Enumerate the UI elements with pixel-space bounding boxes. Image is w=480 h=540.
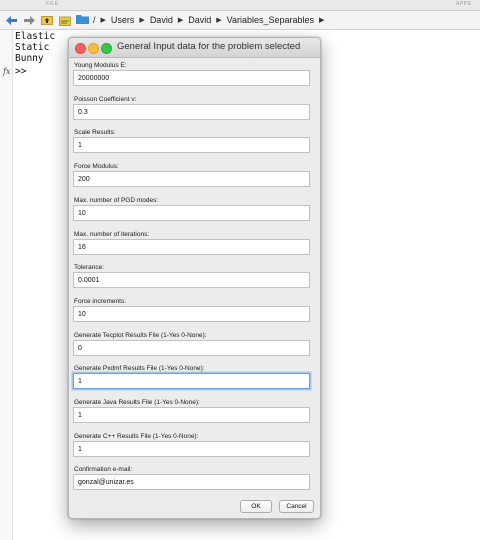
folder-icon: [76, 14, 89, 26]
field-input[interactable]: 0: [73, 339, 310, 356]
chevron-right-icon: ▶: [100, 17, 106, 24]
breadcrumb: / ▶ Users ▶ David ▶ David ▶ Variables_Se…: [76, 14, 329, 26]
top-tab-strip: FILE APPS: [0, 0, 480, 11]
chevron-right-icon: ▶: [139, 17, 145, 24]
field-label: Generate Pxdmf Results File (1-Yes 0-Non…: [74, 365, 205, 373]
minimize-icon[interactable]: [88, 43, 99, 54]
close-icon[interactable]: [75, 43, 86, 54]
up-folder-icon[interactable]: [40, 13, 54, 27]
chevron-right-icon: ▶: [216, 17, 222, 24]
field-input[interactable]: 1: [73, 373, 310, 390]
field-input[interactable]: 20000000: [73, 70, 310, 86]
field-label: Poisson Coefficient ν:: [74, 95, 137, 103]
field-label: Young Modulus E:: [74, 62, 127, 69]
field-input[interactable]: 200: [73, 171, 310, 188]
zoom-icon[interactable]: [101, 43, 112, 54]
field-input[interactable]: gonzal@unizar.es: [73, 474, 310, 491]
forward-arrow-icon[interactable]: [22, 13, 36, 27]
breadcrumb-item[interactable]: David: [188, 15, 211, 25]
field-input[interactable]: 10: [73, 305, 310, 322]
apps-tab[interactable]: APPS: [456, 1, 471, 7]
field-label: Tolerance:: [74, 264, 104, 272]
field-label: Generate Java Results File (1-Yes 0-None…: [74, 399, 200, 406]
field-input[interactable]: 1: [73, 440, 310, 457]
breadcrumb-item[interactable]: Variables_Separables: [227, 15, 314, 25]
breadcrumb-item[interactable]: David: [150, 15, 173, 25]
cancel-button[interactable]: Cancel: [279, 500, 314, 513]
field-input[interactable]: 16: [73, 238, 310, 255]
file-tab[interactable]: FILE: [46, 1, 59, 7]
field-label: Generate C++ Results File (1-Yes 0-None)…: [74, 432, 199, 440]
field-label: Max. number of iterations:: [74, 230, 150, 238]
field-label: Generate Tecplot Results File (1-Yes 0-N…: [74, 331, 207, 339]
field-input[interactable]: 1: [73, 407, 310, 423]
fx-icon[interactable]: fx: [3, 67, 10, 76]
field-input[interactable]: 1: [73, 137, 310, 154]
field-input[interactable]: 0.0001: [73, 272, 310, 289]
field-label: Scale Results:: [74, 129, 116, 137]
breadcrumb-root[interactable]: /: [93, 15, 96, 25]
chevron-right-icon: ▶: [177, 17, 184, 24]
breadcrumb-item[interactable]: Users: [111, 15, 135, 25]
command-output: Elastic Static Bunny: [15, 31, 56, 64]
command-prompt[interactable]: >>: [15, 66, 26, 77]
field-label: Force increments:: [74, 297, 127, 305]
current-folder-toolbar: / ▶ Users ▶ David ▶ David ▶ Variables_Se…: [0, 11, 480, 30]
dialog-title: General Input data for the problem selec…: [117, 41, 301, 52]
ok-button[interactable]: OK: [240, 500, 272, 513]
field-input[interactable]: 0.3: [73, 103, 310, 120]
command-window-gutter: [0, 30, 13, 540]
back-arrow-icon[interactable]: [4, 13, 18, 27]
field-label: Force Modulus:: [74, 163, 119, 171]
dialog-titlebar[interactable]: General Input data for the problem selec…: [69, 38, 320, 58]
chevron-right-icon[interactable]: ▶: [319, 16, 324, 24]
field-label: Max. number of PGD modes:: [74, 196, 159, 204]
input-dialog: General Input data for the problem selec…: [68, 37, 321, 519]
browse-folder-icon[interactable]: [58, 13, 72, 27]
field-input[interactable]: 10: [73, 204, 310, 221]
field-label: Confirmation e-mail:: [74, 466, 133, 474]
